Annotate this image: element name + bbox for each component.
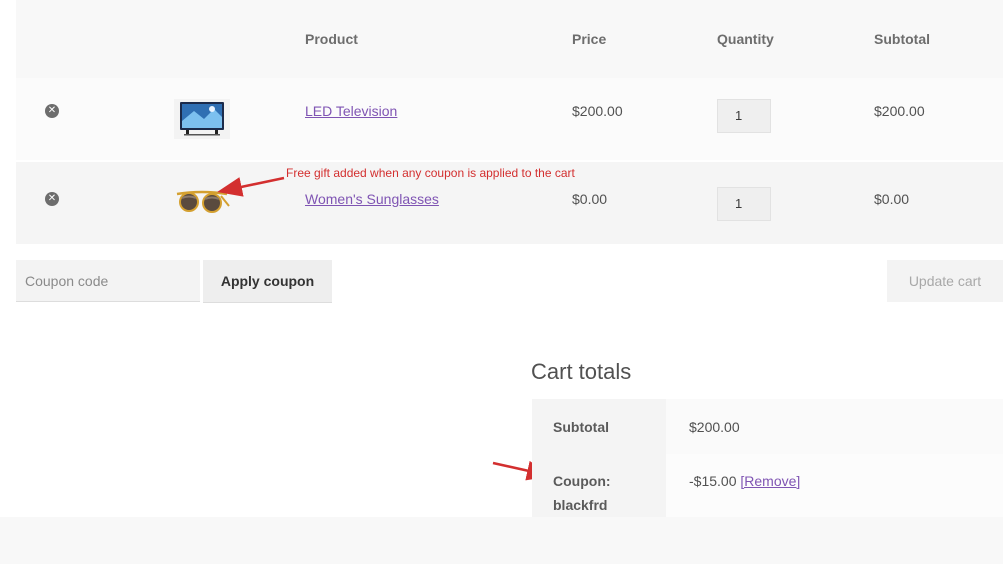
header-quantity: Quantity — [717, 31, 774, 47]
cart-table-header: Product Price Quantity Subtotal — [16, 0, 1003, 78]
item-subtotal: $0.00 — [874, 191, 910, 207]
led-television-thumbnail[interactable] — [174, 99, 230, 139]
womens-sunglasses-thumbnail[interactable] — [174, 182, 230, 222]
subtotal-value: $200.00 — [689, 419, 740, 435]
cart-totals-table: Subtotal $200.00 Coupon: blackfrd -$15.0… — [532, 399, 1003, 521]
remove-item-icon[interactable]: ✕ — [45, 192, 59, 206]
product-link-womens-sunglasses[interactable]: Women's Sunglasses — [305, 191, 439, 207]
cart-table: Product Price Quantity Subtotal ✕ LED Te… — [16, 0, 1003, 244]
coupon-discount-value: -$15.00 [Remove] — [689, 473, 800, 489]
coupon-code-input[interactable]: Coupon code — [16, 260, 200, 302]
coupon-code-label: blackfrd — [553, 497, 608, 513]
update-cart-button[interactable]: Update cart — [887, 260, 1003, 302]
quantity-input[interactable]: 1 — [717, 99, 771, 133]
header-product: Product — [305, 31, 358, 47]
cart-row: ✕ LED Television $200.00 1 $200.00 — [16, 78, 1003, 160]
apply-coupon-button[interactable]: Apply coupon — [203, 260, 332, 302]
item-price: $200.00 — [572, 103, 623, 119]
item-subtotal: $200.00 — [874, 103, 925, 119]
item-price: $0.00 — [572, 191, 608, 207]
coupon-label: Coupon: — [553, 473, 611, 489]
remove-item-icon[interactable]: ✕ — [45, 104, 59, 118]
quantity-input[interactable]: 1 — [717, 187, 771, 221]
remove-coupon-link[interactable]: [Remove] — [740, 473, 800, 489]
coupon-discount-amount: -$15.00 — [689, 473, 737, 489]
product-link-led-television[interactable]: LED Television — [305, 103, 397, 119]
cart-totals-title: Cart totals — [531, 359, 632, 384]
free-gift-annotation: Free gift added when any coupon is appli… — [286, 166, 575, 180]
subtotal-label: Subtotal — [553, 419, 609, 435]
footer-band — [0, 517, 1003, 564]
header-price: Price — [572, 31, 607, 47]
header-subtotal: Subtotal — [874, 31, 930, 47]
